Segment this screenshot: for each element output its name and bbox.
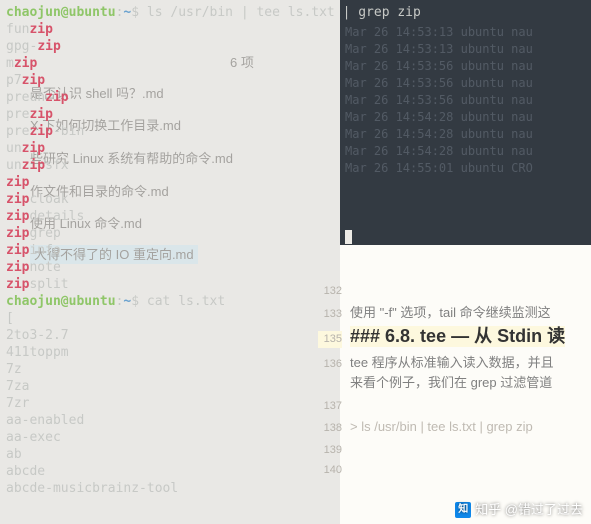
- output-line: funzip: [6, 21, 585, 38]
- command-text: ls /usr/bin | tee ls.txt | grep zip: [147, 5, 421, 20]
- output-line: abcde: [6, 463, 585, 480]
- output-line: 7z: [6, 361, 585, 378]
- prompt-user: chaojun: [6, 294, 61, 309]
- output-line: prezip: [6, 106, 585, 123]
- output-line: [: [6, 310, 585, 327]
- zhihu-logo-icon: 知: [455, 502, 471, 518]
- terminal[interactable]: chaojun@ubuntu:~$ ls /usr/bin | tee ls.t…: [0, 0, 591, 501]
- output-line: preunzip: [6, 89, 585, 106]
- output-line: zipcloak: [6, 191, 585, 208]
- watermark-text: 知乎 @错过了过去: [475, 501, 583, 518]
- output-line: mzip: [6, 55, 585, 72]
- output-line: gpg-zip: [6, 38, 585, 55]
- output-line: zipgrep: [6, 225, 585, 242]
- output-line: unzip: [6, 140, 585, 157]
- prompt-symbol: $: [131, 294, 139, 309]
- output-line: zipsplit: [6, 276, 585, 293]
- prompt-host: ubuntu: [69, 294, 116, 309]
- prompt-user: chaojun: [6, 5, 61, 20]
- output-line: aa-enabled: [6, 412, 585, 429]
- output-line: ab: [6, 446, 585, 463]
- output-line: unzipsfx: [6, 157, 585, 174]
- output-line: aa-exec: [6, 429, 585, 446]
- output-line: zipinfo: [6, 242, 585, 259]
- output-line: 411toppm: [6, 344, 585, 361]
- output-line: prezip-bin: [6, 123, 585, 140]
- prompt-symbol: $: [131, 5, 139, 20]
- output-line: 2to3-2.7: [6, 327, 585, 344]
- output-line: abcde-musicbrainz-tool: [6, 480, 585, 497]
- watermark: 知 知乎 @错过了过去: [455, 501, 583, 518]
- output-line: 7za: [6, 378, 585, 395]
- output-line: 7zr: [6, 395, 585, 412]
- command-text: cat ls.txt: [147, 294, 225, 309]
- output-line: zipnote: [6, 259, 585, 276]
- prompt-line[interactable]: chaojun@ubuntu:~$ ls /usr/bin | tee ls.t…: [6, 4, 585, 21]
- prompt-host: ubuntu: [69, 5, 116, 20]
- prompt-line[interactable]: chaojun@ubuntu:~$ cat ls.txt: [6, 293, 585, 310]
- output-line: zipdetails: [6, 208, 585, 225]
- output-line: zip: [6, 174, 585, 191]
- output-line: p7zip: [6, 72, 585, 89]
